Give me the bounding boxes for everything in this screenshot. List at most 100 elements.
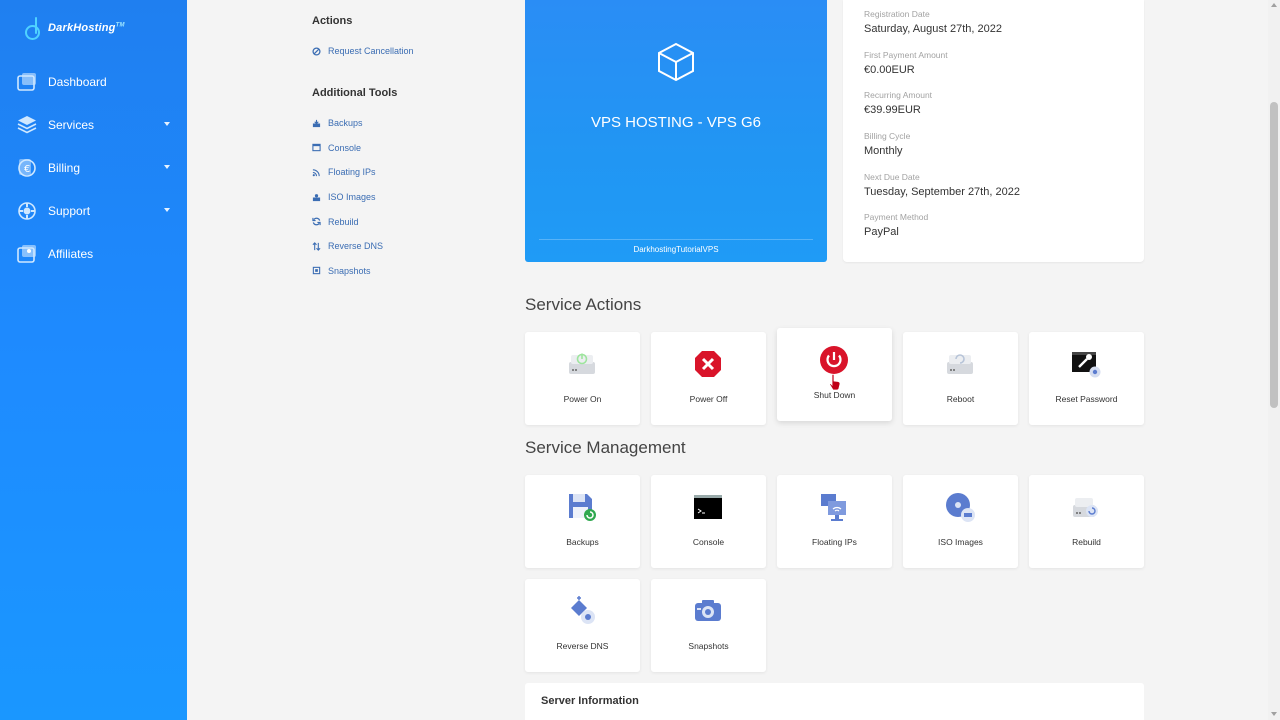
power-off-button[interactable]: Power Off [651,332,766,425]
chevron-down-icon [164,208,170,212]
tile-label: Console [692,537,725,547]
dashboard-icon [16,71,38,93]
billing-icon: € [16,157,38,179]
tool-link-rebuild[interactable]: Rebuild [312,209,472,234]
link-label: Backups [328,118,363,129]
scroll-thumb[interactable] [1270,102,1278,408]
reverse-dns-icon [312,241,321,251]
logo-icon [24,17,42,40]
floating-ips-icon [819,492,849,522]
tool-link-reverse-dns[interactable]: Reverse DNS [312,234,472,259]
iso-images-icon [312,193,321,202]
link-label: Reverse DNS [328,241,384,252]
server-information-title: Server Information [541,695,639,707]
tile-label: Rebuild [1072,537,1101,547]
billing-cycle: Billing Cycle Monthly [864,131,911,157]
sidebar-item-label: Affiliates [48,246,94,261]
registration-date: Registration Date Saturday, August 27th,… [864,9,1003,35]
tool-link-snapshots[interactable]: Snapshots [312,259,472,284]
svg-text:€: € [24,164,30,175]
request-cancellation-link[interactable]: Request Cancellation [312,39,414,64]
tool-link-console[interactable]: Console [312,136,472,161]
product-card: VPS HOSTING - VPS G6 DarkhostingTutorial… [525,0,827,262]
reverse-dns-tile[interactable]: Reverse DNS [525,579,640,672]
sidebar-item-billing[interactable]: € Billing [0,146,187,189]
scroll-down-arrow-icon[interactable] [1271,712,1277,716]
console-icon [693,492,723,522]
shut-down-icon [819,345,849,375]
power-on-button[interactable]: Power On [525,332,640,425]
floating-ips-tile[interactable]: Floating IPs [777,475,892,568]
iso-images-icon [945,492,975,522]
tile-label: Reverse DNS [556,641,609,651]
next-due-date: Next Due Date Tuesday, September 27th, 2… [864,172,1020,198]
affiliates-icon [16,243,38,265]
sidebar: DarkHostingTM Dashboard Services € Billi… [0,0,187,720]
brand-name: DarkHosting [48,22,116,34]
rebuild-icon [1071,492,1101,522]
additional-tools-title: Additional Tools [312,87,398,99]
tile-label: Shut Down [813,390,856,400]
snapshots-icon [312,266,321,275]
link-label: Rebuild [328,216,359,227]
power-off-icon [693,349,723,379]
link-label: Floating IPs [328,167,376,178]
product-name: VPS HOSTING - VPS G6 [590,114,762,131]
reverse-dns-icon [567,596,597,626]
brand-logo[interactable]: DarkHostingTM [24,17,125,40]
sidebar-item-dashboard[interactable]: Dashboard [0,60,187,103]
rebuild-icon [312,217,321,226]
link-label: Snapshots [328,265,371,276]
backups-icon [312,119,321,128]
sidebar-item-label: Support [48,203,91,218]
link-label: Request Cancellation [328,46,414,57]
service-management-heading: Service Management [525,438,686,457]
scroll-up-arrow-icon[interactable] [1271,3,1277,7]
snapshots-tile[interactable]: Snapshots [651,579,766,672]
services-icon [16,114,38,136]
cube-icon [654,40,698,84]
power-on-icon [567,349,597,379]
sidebar-item-services[interactable]: Services [0,103,187,146]
backups-icon [567,492,597,522]
tile-label: Power Off [689,394,728,404]
link-label: ISO Images [328,192,376,203]
sidebar-item-affiliates[interactable]: Affiliates [0,232,187,275]
snapshots-icon [693,596,723,626]
tools-list: Backups Console Floating IPs ISO Images … [312,111,472,283]
tool-link-backups[interactable]: Backups [312,111,472,136]
sidebar-item-label: Billing [48,160,81,175]
support-icon [16,200,38,222]
brand-tm: TM [115,22,125,29]
ban-icon [312,47,321,56]
iso-images-tile[interactable]: ISO Images [903,475,1018,568]
server-information-card: Server Information [525,683,1144,720]
reboot-icon [945,349,975,379]
tile-label: Snapshots [688,641,729,651]
chevron-down-icon [164,165,170,169]
reset-password-icon [1071,349,1101,379]
console-tile[interactable]: Console [651,475,766,568]
sidebar-item-label: Services [48,117,95,132]
tool-link-floating-ips[interactable]: Floating IPs [312,160,472,185]
tile-label: ISO Images [938,537,983,547]
reset-password-button[interactable]: Reset Password [1029,332,1144,425]
console-icon [312,143,321,152]
reboot-button[interactable]: Reboot [903,332,1018,425]
sidebar-nav: Dashboard Services € Billing Support Aff… [0,60,187,275]
chevron-down-icon [164,122,170,126]
tile-label: Backups [566,537,599,547]
tile-label: Reset Password [1055,394,1118,404]
sidebar-item-support[interactable]: Support [0,189,187,232]
service-actions-heading: Service Actions [525,295,642,314]
billing-info-card: Registration Date Saturday, August 27th,… [843,0,1144,262]
tile-label: Power On [563,394,602,404]
scrollbar[interactable] [1268,0,1280,720]
product-domain: DarkhostingTutorialVPS [633,245,719,254]
hand-cursor-icon [829,373,841,391]
backups-tile[interactable]: Backups [525,475,640,568]
rebuild-tile[interactable]: Rebuild [1029,475,1144,568]
tool-link-iso-images[interactable]: ISO Images [312,185,472,210]
sidebar-item-label: Dashboard [48,74,107,89]
actions-title: Actions [312,15,353,27]
